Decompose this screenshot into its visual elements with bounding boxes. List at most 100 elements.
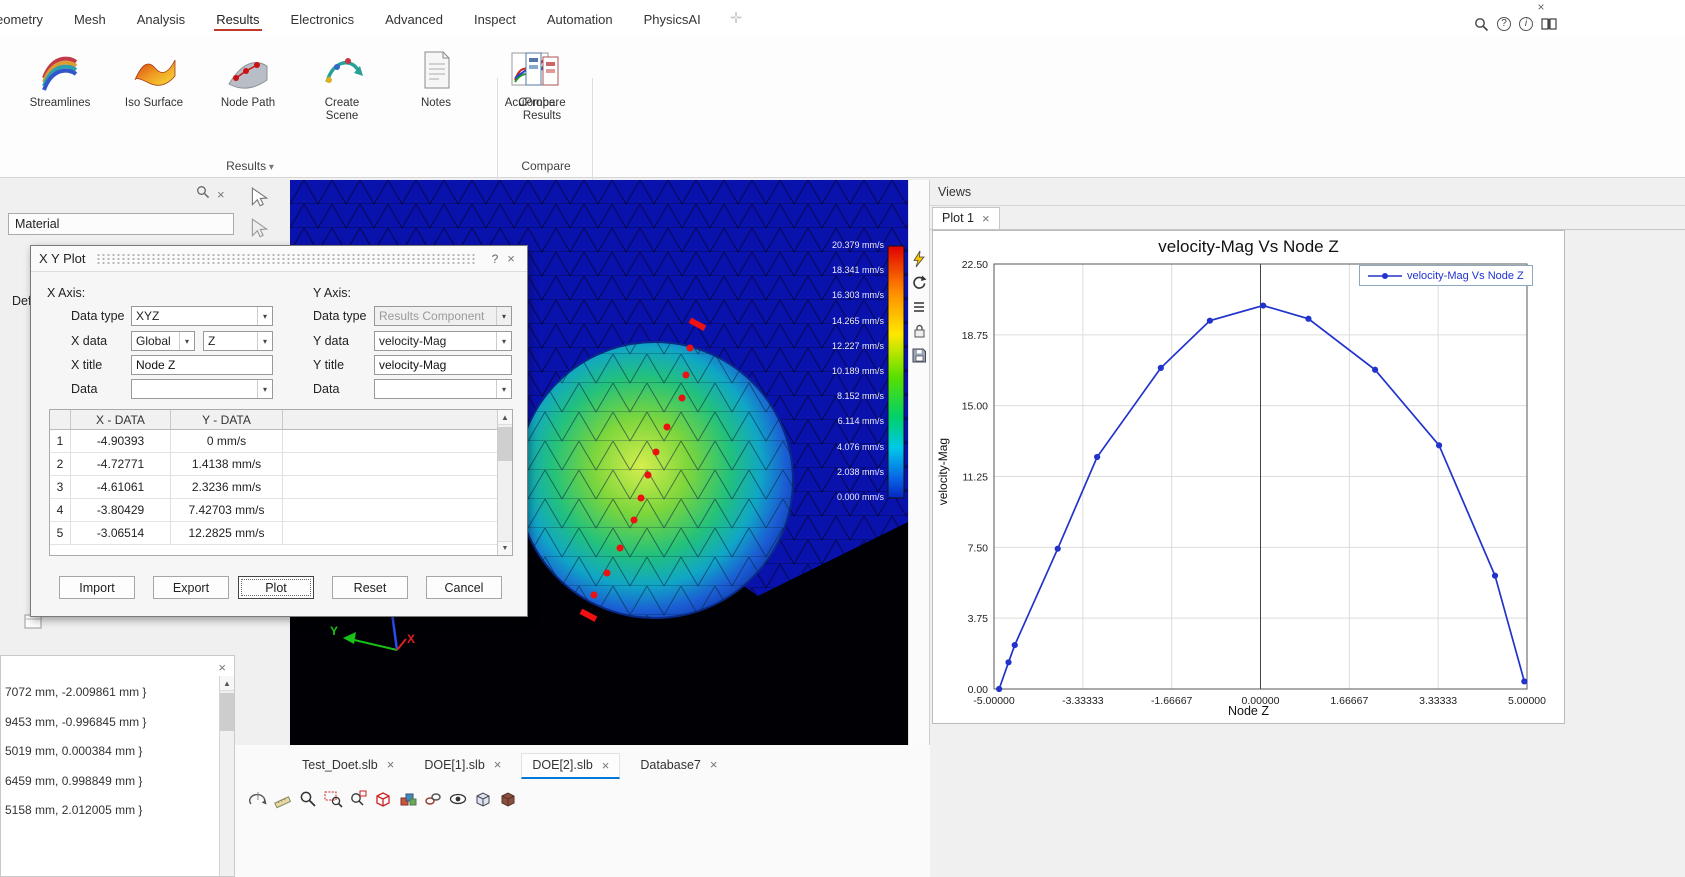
lightning-icon[interactable] (910, 250, 928, 268)
menu-analysis[interactable]: Analysis (135, 3, 187, 34)
doc-tab-test-doet[interactable]: Test_Doet.slb (292, 753, 404, 779)
doc-tab-close-icon[interactable] (494, 758, 502, 771)
table-row[interactable]: 5 -3.06514 12.2825 mm/s (50, 522, 512, 545)
panel-search-icon[interactable] (196, 185, 210, 204)
dropdown-icon[interactable] (257, 332, 272, 350)
zoom-icon[interactable] (298, 789, 318, 809)
table-row[interactable]: 3 -4.61061 2.3236 mm/s (50, 476, 512, 499)
select-cursor-icon[interactable] (248, 186, 270, 213)
table-row[interactable]: 4 -3.80429 7.42703 mm/s (50, 499, 512, 522)
refresh-icon[interactable] (910, 274, 928, 292)
dropdown-icon[interactable] (496, 380, 511, 398)
dialog-drag-grip[interactable] (95, 252, 477, 265)
sheet-tab-icon[interactable] (24, 614, 42, 634)
doc-tab-doe2[interactable]: DOE[2].slb (521, 753, 621, 779)
menu-mesh[interactable]: Mesh (72, 3, 108, 34)
render-3d-icon[interactable] (498, 789, 518, 809)
zoom-select-icon[interactable] (348, 789, 368, 809)
scrollbar-thumb[interactable] (220, 693, 234, 731)
table-row[interactable]: 1 -4.90393 0 mm/s (50, 430, 512, 453)
menu-physicsai[interactable]: PhysicsAI (642, 3, 703, 34)
dropdown-icon[interactable] (257, 380, 272, 398)
compare-results-button[interactable]: Compare Results (508, 48, 576, 123)
dialog-close-icon[interactable] (503, 252, 519, 265)
notes-button[interactable]: Notes (402, 48, 470, 123)
menu-electronics[interactable]: Electronics (289, 3, 357, 34)
menu-advanced[interactable]: Advanced (383, 3, 445, 34)
doc-tab-doe1[interactable]: DOE[1].slb (414, 753, 511, 779)
cube-stack-icon[interactable] (398, 789, 418, 809)
visibility-eye-icon[interactable] (448, 789, 468, 809)
scroll-up-icon[interactable] (220, 676, 234, 691)
add-module-icon[interactable]: ✛ (730, 9, 743, 27)
search-icon[interactable] (1473, 16, 1489, 32)
zoom-window-icon[interactable] (323, 789, 343, 809)
tab-plot-1-close-icon[interactable] (982, 212, 990, 225)
menu-automation[interactable]: Automation (545, 3, 615, 34)
manual-book-icon[interactable] (1541, 16, 1557, 32)
iso-surface-button[interactable]: Iso Surface (120, 48, 188, 123)
table-scrollbar[interactable] (497, 410, 512, 555)
scrollbar-thumb[interactable] (498, 427, 512, 461)
node-path-button[interactable]: Node Path (214, 48, 282, 123)
coordinate-item[interactable]: 5158 mm, 2.012005 mm } (1, 796, 218, 826)
menu-results[interactable]: Results (214, 3, 262, 34)
export-button[interactable]: Export (153, 576, 229, 599)
create-scene-button[interactable]: Create Scene (308, 48, 376, 123)
x-data-type-combo[interactable]: XYZ (131, 306, 273, 326)
coordinate-item[interactable]: 9453 mm, -0.996845 mm } (1, 708, 218, 738)
info-icon[interactable] (1519, 17, 1533, 31)
panel-close-icon[interactable] (217, 188, 225, 201)
material-header[interactable]: Material (8, 213, 234, 235)
coordinates-scrollbar[interactable] (219, 676, 234, 876)
dialog-titlebar[interactable]: X Y Plot (31, 246, 527, 272)
menu-inspect[interactable]: Inspect (472, 3, 518, 34)
dialog-help-icon[interactable] (487, 252, 503, 266)
x-data-axis-combo[interactable]: Z (203, 331, 273, 351)
y-title-input[interactable] (374, 355, 512, 375)
view-3d-icon[interactable] (473, 789, 493, 809)
cancel-button[interactable]: Cancel (426, 576, 502, 599)
tab-plot-1[interactable]: Plot 1 (932, 207, 1000, 229)
pick-cursor-icon[interactable] (248, 217, 270, 244)
ribbon-group-label-results[interactable]: Results (0, 159, 500, 173)
coordinate-item[interactable]: 7072 mm, -2.009861 mm } (1, 678, 218, 708)
doc-tab-close-icon[interactable] (387, 758, 395, 771)
help-icon[interactable] (1497, 17, 1511, 31)
dropdown-icon[interactable] (496, 332, 511, 350)
dropdown-icon[interactable] (179, 332, 194, 350)
table-header-y[interactable]: Y - DATA (171, 410, 283, 429)
box-select-icon[interactable] (373, 789, 393, 809)
coordinate-item[interactable]: 6459 mm, 0.998849 mm } (1, 767, 218, 797)
save-icon[interactable] (910, 346, 928, 364)
coordinates-close-icon[interactable] (218, 661, 226, 674)
colorbar-label: 10.189 mm/s (831, 365, 884, 376)
menu-icon[interactable] (910, 298, 928, 316)
table-header-x[interactable]: X - DATA (71, 410, 171, 429)
viewport-side-toolbar (908, 180, 930, 745)
scroll-up-icon[interactable] (498, 410, 512, 425)
x-title-input[interactable] (131, 355, 273, 375)
dropdown-icon[interactable] (257, 307, 272, 325)
doc-tab-database7[interactable]: Database7 (630, 753, 727, 779)
measure-icon[interactable] (273, 789, 293, 809)
doc-tab-close-icon[interactable] (602, 759, 610, 772)
lock-icon[interactable] (910, 322, 928, 340)
spin-tool-icon[interactable] (248, 789, 268, 809)
plot-button[interactable]: Plot (238, 576, 314, 599)
doc-tab-close-icon[interactable] (710, 758, 718, 771)
tree-item-def[interactable]: Def (12, 294, 31, 308)
x-extra-data-combo[interactable] (131, 379, 273, 399)
x-data-global-combo[interactable]: Global (131, 331, 195, 351)
table-row[interactable]: 2 -4.72771 1.4138 mm/s (50, 453, 512, 476)
menu-geometry[interactable]: eometry (0, 3, 45, 34)
legend-line-sample (1368, 272, 1402, 279)
import-button[interactable]: Import (59, 576, 135, 599)
link-icon[interactable] (423, 789, 443, 809)
y-extra-data-combo[interactable] (374, 379, 512, 399)
reset-button[interactable]: Reset (332, 576, 408, 599)
y-data-combo[interactable]: velocity-Mag (374, 331, 512, 351)
coordinate-item[interactable]: 5019 mm, 0.000384 mm } (1, 737, 218, 767)
streamlines-button[interactable]: Streamlines (26, 48, 94, 123)
scroll-down-icon[interactable] (498, 541, 512, 555)
